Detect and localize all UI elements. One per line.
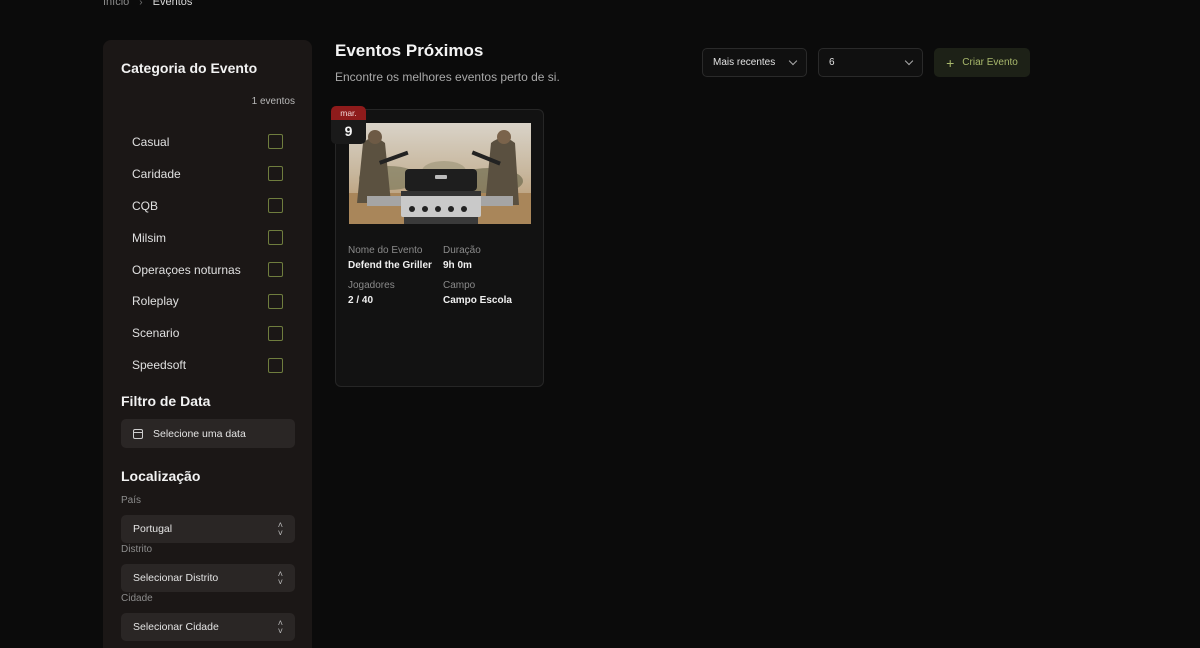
per-page-select[interactable]: 6 bbox=[818, 48, 923, 77]
event-card[interactable]: mar. 9 Nome do Evento Defend the Griller… bbox=[331, 106, 544, 387]
category-checkbox[interactable] bbox=[268, 357, 283, 373]
category-checkbox[interactable] bbox=[268, 230, 283, 246]
event-field: Campo Escola bbox=[443, 295, 512, 306]
category-checkbox[interactable] bbox=[268, 134, 283, 150]
create-event-button[interactable]: + Criar Evento bbox=[934, 48, 1030, 77]
event-day: 9 bbox=[331, 120, 366, 144]
breadcrumb-home-link[interactable]: Início bbox=[103, 0, 129, 8]
date-picker-label: Selecione uma data bbox=[153, 427, 246, 440]
district-label: Distrito bbox=[121, 544, 153, 555]
event-name: Defend the Griller bbox=[348, 260, 432, 271]
category-item-caridade[interactable]: Caridade bbox=[132, 158, 283, 190]
city-label: Cidade bbox=[121, 593, 153, 604]
category-item-casual[interactable]: Casual bbox=[132, 126, 283, 158]
event-count: 1 eventos bbox=[251, 96, 295, 107]
category-label: Scenario bbox=[132, 326, 180, 341]
updown-icon: ˄ ˅ bbox=[277, 520, 283, 538]
event-month: mar. bbox=[331, 106, 366, 120]
category-item-scenario[interactable]: Scenario bbox=[132, 317, 283, 349]
event-duration: 9h 0m bbox=[443, 260, 472, 271]
create-event-label: Criar Evento bbox=[962, 57, 1018, 68]
event-date-badge: mar. 9 bbox=[331, 106, 366, 144]
district-select[interactable]: Selecionar Distrito ˄ ˅ bbox=[121, 564, 295, 592]
event-image bbox=[349, 123, 531, 224]
chevron-down-icon bbox=[788, 56, 798, 66]
chevron-right-icon: › bbox=[139, 0, 143, 8]
chevron-down-icon bbox=[904, 56, 914, 66]
location-title: Localização bbox=[121, 468, 201, 484]
category-checkbox[interactable] bbox=[268, 166, 283, 182]
category-label: CQB bbox=[132, 198, 159, 213]
category-label: Casual bbox=[132, 134, 170, 149]
category-label: Speedsoft bbox=[132, 358, 187, 373]
sort-value: Mais recentes bbox=[713, 57, 776, 68]
category-checkbox[interactable] bbox=[268, 198, 283, 214]
event-players: 2 / 40 bbox=[348, 295, 374, 306]
country-select[interactable]: Portugal ˄ ˅ bbox=[121, 515, 295, 543]
per-page-value: 6 bbox=[829, 57, 835, 68]
filter-sidebar: Categoria do Evento 1 eventos Casual Car… bbox=[103, 40, 312, 648]
plus-icon: + bbox=[946, 54, 955, 71]
category-checkbox[interactable] bbox=[268, 262, 283, 277]
category-item-roleplay[interactable]: Roleplay bbox=[132, 285, 283, 317]
updown-icon: ˄ ˅ bbox=[277, 618, 283, 636]
breadcrumb-current: Eventos bbox=[152, 0, 193, 8]
category-checkbox[interactable] bbox=[268, 293, 283, 309]
category-label: Operaçoes noturnas bbox=[132, 262, 241, 277]
city-select[interactable]: Selecionar Cidade ˄ ˅ bbox=[121, 613, 295, 641]
city-value: Selecionar Cidade bbox=[133, 621, 219, 633]
updown-icon: ˄ ˅ bbox=[277, 569, 283, 587]
category-item-milsim[interactable]: Milsim bbox=[132, 222, 283, 254]
calendar-icon bbox=[133, 428, 143, 439]
country-value: Portugal bbox=[133, 523, 173, 535]
page-subtitle: Encontre os melhores eventos perto de si… bbox=[335, 70, 560, 84]
page-title: Eventos Próximos bbox=[335, 41, 484, 60]
category-label: Milsim bbox=[132, 230, 166, 245]
event-players-label: Jogadores bbox=[348, 280, 395, 291]
event-duration-label: Duração bbox=[443, 245, 481, 256]
sort-select[interactable]: Mais recentes bbox=[702, 48, 807, 77]
date-picker-button[interactable]: Selecione uma data bbox=[121, 419, 295, 448]
event-field-label: Campo bbox=[443, 280, 476, 291]
category-list: Casual Caridade CQB Milsim Operaçoes not… bbox=[132, 126, 283, 381]
category-item-speedsoft[interactable]: Speedsoft bbox=[132, 349, 283, 381]
category-label: Caridade bbox=[132, 166, 181, 181]
category-checkbox[interactable] bbox=[268, 325, 283, 341]
category-title: Categoria do Evento bbox=[121, 60, 258, 76]
country-label: País bbox=[121, 495, 142, 506]
date-filter-title: Filtro de Data bbox=[121, 393, 211, 409]
breadcrumb: Início › Eventos bbox=[103, 0, 192, 8]
category-item-operacoes-noturnas[interactable]: Operaçoes noturnas bbox=[132, 254, 283, 286]
event-name-label: Nome do Evento bbox=[348, 245, 423, 256]
category-item-cqb[interactable]: CQB bbox=[132, 190, 283, 222]
category-label: Roleplay bbox=[132, 294, 179, 309]
district-value: Selecionar Distrito bbox=[133, 572, 219, 584]
